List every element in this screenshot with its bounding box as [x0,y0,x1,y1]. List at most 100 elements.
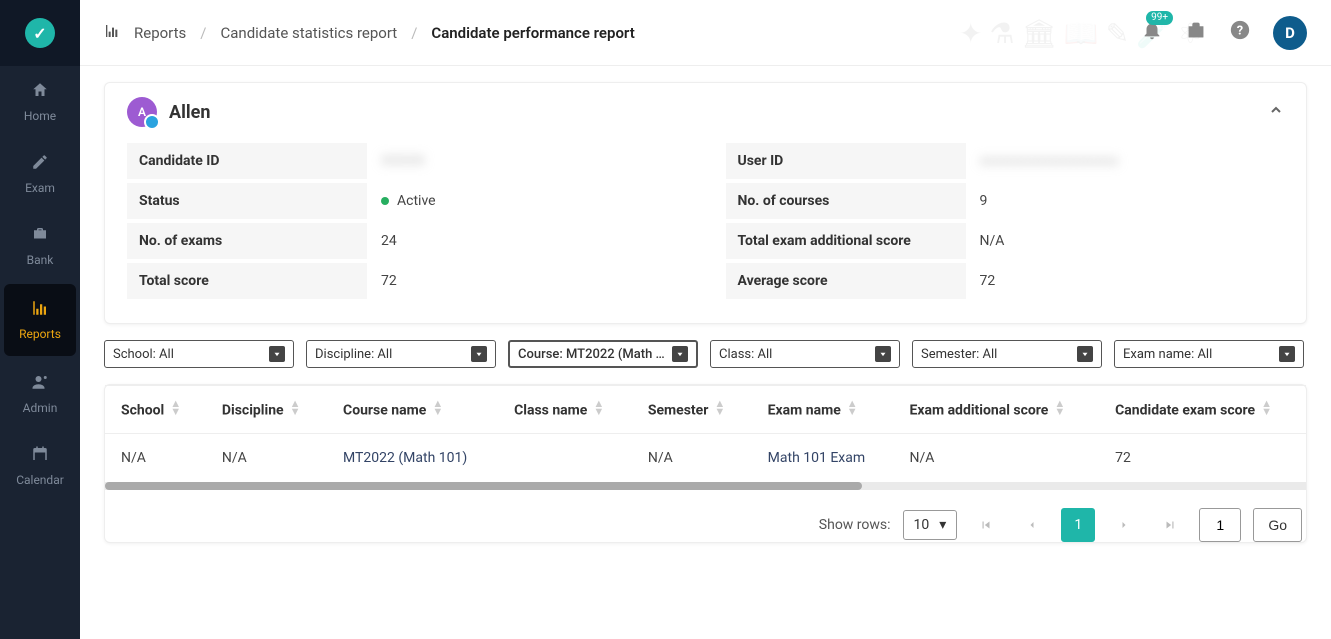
column-label: Class name [514,403,587,419]
column-discipline[interactable]: Discipline▲▼ [206,386,327,433]
summary-label: User ID [726,143,966,179]
rows-per-page-select[interactable]: 10 ▾ [903,510,958,540]
sidebar: ✓ Home Exam Bank Reports Admin Calenda [0,0,80,639]
cell[interactable]: Math 101 Exam [752,433,894,482]
table-row: N/AN/AMT2022 (Math 101)N/AMath 101 ExamN… [105,433,1306,482]
summary-label: Status [127,183,367,219]
results-card: School▲▼Discipline▲▼Course name▲▼Class n… [104,384,1307,543]
filter-course[interactable]: Course: MT2022 (Math … [508,340,698,368]
candidate-avatar: A [127,97,157,127]
sort-icon: ▲▼ [714,400,725,415]
summary-label: Candidate ID [127,143,367,179]
horizontal-scrollbar[interactable] [105,482,1306,490]
filter-discipline[interactable]: Discipline: All [306,340,496,368]
sidebar-item-bank[interactable]: Bank [0,210,80,282]
column-exam-name[interactable]: Exam name▲▼ [752,386,894,433]
sidebar-item-calendar[interactable]: Calendar [0,430,80,502]
bell-icon[interactable]: 99+ [1141,19,1163,47]
sidebar-item-label: Calendar [16,473,64,487]
column-label: School [121,403,164,419]
page-1-button[interactable]: 1 [1061,508,1095,542]
next-page-button[interactable] [1107,508,1141,542]
top-actions: 99+ ? D [1141,16,1307,50]
sort-icon: ▲▼ [432,400,443,415]
chevron-up-icon[interactable] [1268,102,1284,122]
breadcrumb-current: Candidate performance report [431,24,634,42]
column-class-name[interactable]: Class name▲▼ [498,386,632,433]
go-button[interactable]: Go [1253,508,1302,542]
sidebar-item-label: Exam [25,181,55,195]
cell: N/A [893,433,1099,482]
summary-row: Total score72 [127,261,686,301]
sidebar-item-admin[interactable]: Admin [0,358,80,430]
summary-value: 24 [367,223,686,259]
rows-per-page-value: 10 [914,517,930,533]
sidebar-item-reports[interactable]: Reports [4,284,76,356]
summary-value: 72 [966,263,1285,299]
caret-down-icon: ▾ [939,517,946,533]
breadcrumb-stats[interactable]: Candidate statistics report [220,24,397,42]
sidebar-item-exam[interactable]: Exam [0,138,80,210]
main-content: ✦ ⚗ 🏛 📖 ✎ 🧪 ⚛ Reports / Candidate statis… [80,0,1331,639]
cell: 72 [1099,433,1306,482]
horizontal-scrollbar-thumb[interactable] [105,482,862,490]
column-label: Exam additional score [909,403,1048,419]
results-table: School▲▼Discipline▲▼Course name▲▼Class n… [105,386,1306,483]
filter-label: School: All [113,347,174,362]
column-label: Discipline [222,403,284,419]
column-course-name[interactable]: Course name▲▼ [327,386,498,433]
cell [498,433,632,482]
filter-class[interactable]: Class: All [710,340,900,368]
summary-row: Candidate IDXXXXX [127,141,686,181]
summary-label: Total score [127,263,367,299]
help-icon[interactable]: ? [1229,19,1251,47]
caret-down-icon [1279,346,1295,362]
filter-label: Semester: All [921,347,997,362]
filter-semester[interactable]: Semester: All [912,340,1102,368]
sidebar-item-label: Home [24,109,56,123]
sidebar-item-label: Admin [23,401,58,415]
summary-value: 9 [966,183,1285,219]
cell: N/A [632,433,752,482]
topbar: ✦ ⚗ 🏛 📖 ✎ 🧪 ⚛ Reports / Candidate statis… [80,0,1331,66]
toolbox-icon[interactable] [1185,19,1207,47]
filter-label: Discipline: All [315,347,392,362]
summary-row: No. of exams24 [127,221,686,261]
sidebar-item-label: Bank [27,253,54,267]
summary-value: XXXXX [367,143,686,179]
cell[interactable]: MT2022 (Math 101) [327,433,498,482]
page-input[interactable] [1199,508,1241,542]
avatar[interactable]: D [1273,16,1307,50]
prev-page-button[interactable] [1015,508,1049,542]
first-page-button[interactable] [969,508,1003,542]
filter-exam-name[interactable]: Exam name: All [1114,340,1304,368]
notifications-badge: 99+ [1146,11,1173,25]
breadcrumb-separator: / [411,24,417,42]
summary-value: Active [367,183,686,219]
column-school[interactable]: School▲▼ [105,386,206,433]
column-candidate-exam-score[interactable]: Candidate exam score ▲▼ [1099,386,1306,433]
column-label: Semester [648,403,708,419]
column-label: Candidate exam score [1115,403,1255,419]
last-page-button[interactable] [1153,508,1187,542]
sidebar-item-label: Reports [19,327,61,341]
chart-icon [31,299,49,321]
filter-school[interactable]: School: All [104,340,294,368]
pencil-icon [31,153,49,175]
filter-label: Class: All [719,347,772,362]
column-semester[interactable]: Semester ▲▼ [632,386,752,433]
sort-icon: ▲▼ [847,400,858,415]
chart-icon [104,23,120,43]
breadcrumb-reports[interactable]: Reports [134,24,186,42]
summary-value: N/A [966,223,1285,259]
column-exam-additional-score[interactable]: Exam additional score▲▼ [893,386,1099,433]
summary-row: Total exam additional scoreN/A [726,221,1285,261]
breadcrumb: Reports / Candidate statistics report / … [104,23,635,43]
sidebar-item-home[interactable]: Home [0,66,80,138]
sort-icon: ▲▼ [1261,400,1272,415]
summary-row: No. of courses9 [726,181,1285,221]
logo[interactable]: ✓ [0,0,80,66]
caret-down-icon [471,346,487,362]
summary-label: Average score [726,263,966,299]
filter-label: Exam name: All [1123,347,1212,362]
